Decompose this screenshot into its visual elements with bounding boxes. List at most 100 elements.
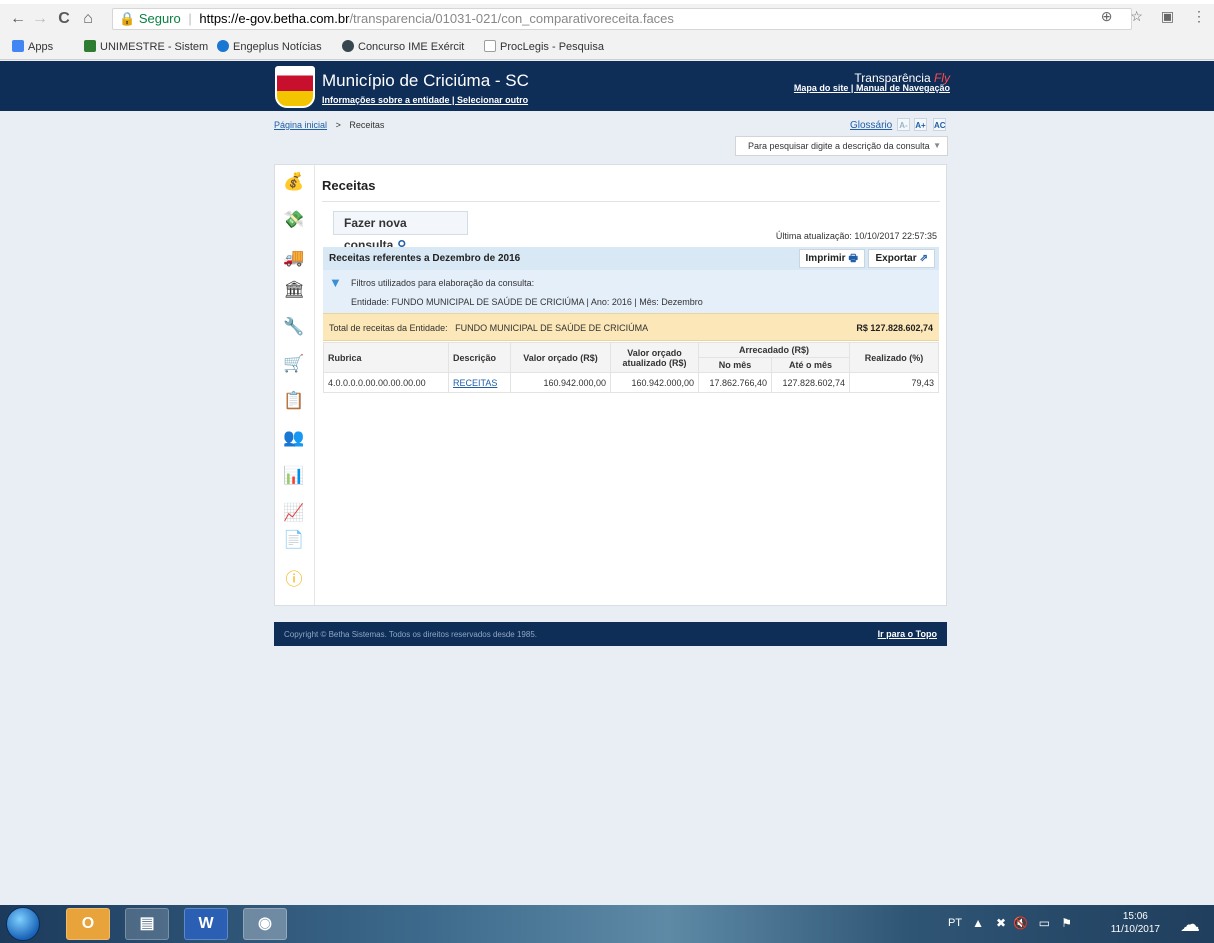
truck-icon[interactable]: 🚚	[283, 247, 305, 269]
bookmark-star-icon[interactable]: ☆	[1130, 8, 1143, 25]
search-placeholder: Para pesquisar digite a descrição da con…	[748, 141, 930, 151]
cloud-icon[interactable]: ☁	[1180, 912, 1200, 937]
breadcrumb-home-link[interactable]: Página inicial	[274, 120, 327, 130]
bookmark-engeplus[interactable]: Engeplus Notícias	[217, 40, 322, 53]
col-valor-orcado-atualizado: Valor orçado atualizado (R$)	[610, 342, 699, 373]
bank-icon[interactable]: 🏛	[283, 279, 305, 301]
export-button[interactable]: Exportar ⇗	[868, 249, 935, 268]
col-realizado: Realizado (%)	[849, 342, 939, 373]
url-host: https://e-gov.betha.com.br	[199, 11, 350, 26]
zoom-icon[interactable]: ⊕	[1101, 8, 1113, 25]
tray-app-icon[interactable]: ✖	[996, 916, 1006, 930]
filters-box: ▼ Filtros utilizados para elaboração da …	[323, 270, 939, 313]
network-icon[interactable]: ▭	[1039, 916, 1050, 930]
outlook-app-icon[interactable]: O	[66, 908, 110, 940]
revenue-table: Rubrica Descrição Valor orçado (R$) Valo…	[323, 342, 939, 393]
windows-taskbar: O ▤ W ◉ PT ▲ ✖ 🔇 ▭ ⚑ 15:06 11/10/2017 ☁	[0, 905, 1214, 943]
cell-valor-orcado-atualizado: 160.942.000,00	[610, 372, 699, 393]
cell-realizado: 79,43	[849, 372, 939, 393]
back-to-top-link[interactable]: Ir para o Topo	[878, 629, 937, 639]
pdf-download-icon[interactable]: 📄	[283, 529, 305, 551]
cell-no-mes: 17.862.766,40	[698, 372, 772, 393]
chrome-app-icon[interactable]: ◉	[243, 908, 287, 940]
reload-button[interactable]: C	[54, 9, 74, 29]
copyright-text: Copyright © Betha Sistemas. Todos os dir…	[284, 630, 537, 639]
site-header: Município de Criciúma - SC Informações s…	[0, 61, 1214, 111]
query-search-select[interactable]: Para pesquisar digite a descrição da con…	[735, 136, 948, 156]
cell-ate-o-mes: 127.828.602,74	[771, 372, 850, 393]
page-title: Receitas	[322, 178, 376, 193]
table-row: 4.0.0.0.0.00.00.00.00.00 RECEITAS 160.94…	[323, 372, 939, 393]
forward-button[interactable]: →	[30, 9, 50, 29]
menu-icon[interactable]: ⋮	[1192, 8, 1206, 25]
volume-icon[interactable]: 🔇	[1013, 916, 1028, 930]
engeplus-icon	[217, 40, 229, 52]
export-icon: ⇗	[919, 253, 928, 264]
col-rubrica: Rubrica	[323, 342, 449, 373]
font-larger-button[interactable]: A+	[914, 118, 927, 131]
extension-icon[interactable]: ▣	[1161, 8, 1174, 25]
address-bar[interactable]: 🔒 Seguro | https://e-gov.betha.com.br/tr…	[112, 8, 1132, 30]
action-center-flag-icon[interactable]: ⚑	[1061, 916, 1072, 930]
cell-valor-orcado: 160.942.000,00	[510, 372, 611, 393]
info-icon[interactable]: ⓘ	[283, 569, 305, 591]
cell-rubrica: 4.0.0.0.0.00.00.00.00.00	[323, 372, 449, 393]
total-value: R$ 127.828.602,74	[856, 323, 933, 333]
entity-links[interactable]: Informações sobre a entidade | Seleciona…	[322, 95, 528, 105]
print-button[interactable]: Imprimir 🖶	[798, 249, 865, 268]
page-icon	[484, 40, 496, 52]
municipality-title: Município de Criciúma - SC	[322, 71, 529, 90]
cell-descricao: RECEITAS	[448, 372, 511, 393]
file-explorer-icon[interactable]: ▤	[125, 908, 169, 940]
printer-icon: 🖶	[848, 253, 858, 264]
bookmark-proclegis[interactable]: ProcLegis - Pesquisa	[484, 40, 604, 53]
filters-value: Entidade: FUNDO MUNICIPAL DE SAÚDE DE CR…	[351, 297, 703, 307]
bookmark-concurso-ime[interactable]: Concurso IME Exércit	[342, 40, 464, 53]
apps-grid-icon	[12, 40, 24, 52]
back-button[interactable]: ←	[8, 9, 28, 29]
bookmark-unimestre[interactable]: UNIMESTRE - Sistem	[84, 40, 208, 53]
unimestre-icon	[84, 40, 96, 52]
concurso-icon	[342, 40, 354, 52]
font-smaller-button[interactable]: A-	[897, 118, 910, 131]
chevron-down-icon: ▼	[933, 141, 941, 150]
breadcrumb: Página inicial > Receitas	[274, 120, 384, 130]
bar-chart-icon[interactable]: 📈	[283, 502, 305, 524]
col-arrecadado: Arrecadado (R$)	[698, 342, 850, 358]
language-indicator[interactable]: PT	[948, 917, 962, 929]
site-map-links[interactable]: Mapa do site | Manual de Navegação	[794, 83, 950, 93]
new-query-button[interactable]: Fazer nova consulta ⚲	[333, 211, 468, 252]
revenue-remove-icon[interactable]: 💸	[283, 209, 305, 231]
secure-label: Seguro	[138, 11, 181, 26]
glossary-link[interactable]: Glossário	[850, 120, 892, 131]
start-button[interactable]	[6, 907, 40, 941]
col-no-mes: No mês	[698, 357, 772, 373]
home-button[interactable]: ⌂	[78, 9, 98, 29]
col-valor-orcado: Valor orçado (R$)	[510, 342, 611, 373]
clock[interactable]: 15:06 11/10/2017	[1111, 910, 1160, 936]
last-update-text: Última atualização: 10/10/2017 22:57:35	[775, 231, 937, 241]
report-title: Receitas referentes a Dezembro de 2016	[329, 253, 521, 264]
breadcrumb-current: Receitas	[349, 120, 385, 130]
bookmark-apps[interactable]: Apps	[12, 40, 53, 53]
sidebar-menu: 💰 💸 🚚 🏛 🔧 🛒 📋 👥 📊 📈 📄 ⓘ	[275, 165, 315, 605]
tools-icon[interactable]: 🔧	[283, 316, 305, 338]
shopping-cart-icon[interactable]: 🛒	[283, 353, 305, 375]
spreadsheet-icon[interactable]: 📊	[283, 465, 305, 487]
receitas-link[interactable]: RECEITAS	[453, 378, 497, 388]
revenue-add-icon[interactable]: 💰	[283, 171, 305, 193]
word-app-icon[interactable]: W	[184, 908, 228, 940]
total-label: Total de receitas da Entidade: FUNDO MUN…	[329, 323, 649, 333]
page-footer: Copyright © Betha Sistemas. Todos os dir…	[274, 622, 947, 646]
breadcrumb-separator: >	[335, 120, 341, 130]
browser-actions: ⊕ ☆ ▣ ⋮	[1087, 8, 1206, 30]
browser-nav-row: ← → C ⌂ 🔒 Seguro | https://e-gov.betha.c…	[0, 4, 1214, 34]
contrast-button[interactable]: AC	[933, 118, 946, 131]
filters-label: Filtros utilizados para elaboração da co…	[351, 278, 535, 288]
show-hidden-icons-icon[interactable]: ▲	[972, 916, 984, 930]
clock-date: 11/10/2017	[1110, 924, 1160, 935]
municipal-crest-logo[interactable]	[275, 66, 315, 108]
address-separator: |	[188, 11, 192, 26]
people-icon[interactable]: 👥	[283, 427, 305, 449]
document-alert-icon[interactable]: 📋	[283, 390, 305, 412]
